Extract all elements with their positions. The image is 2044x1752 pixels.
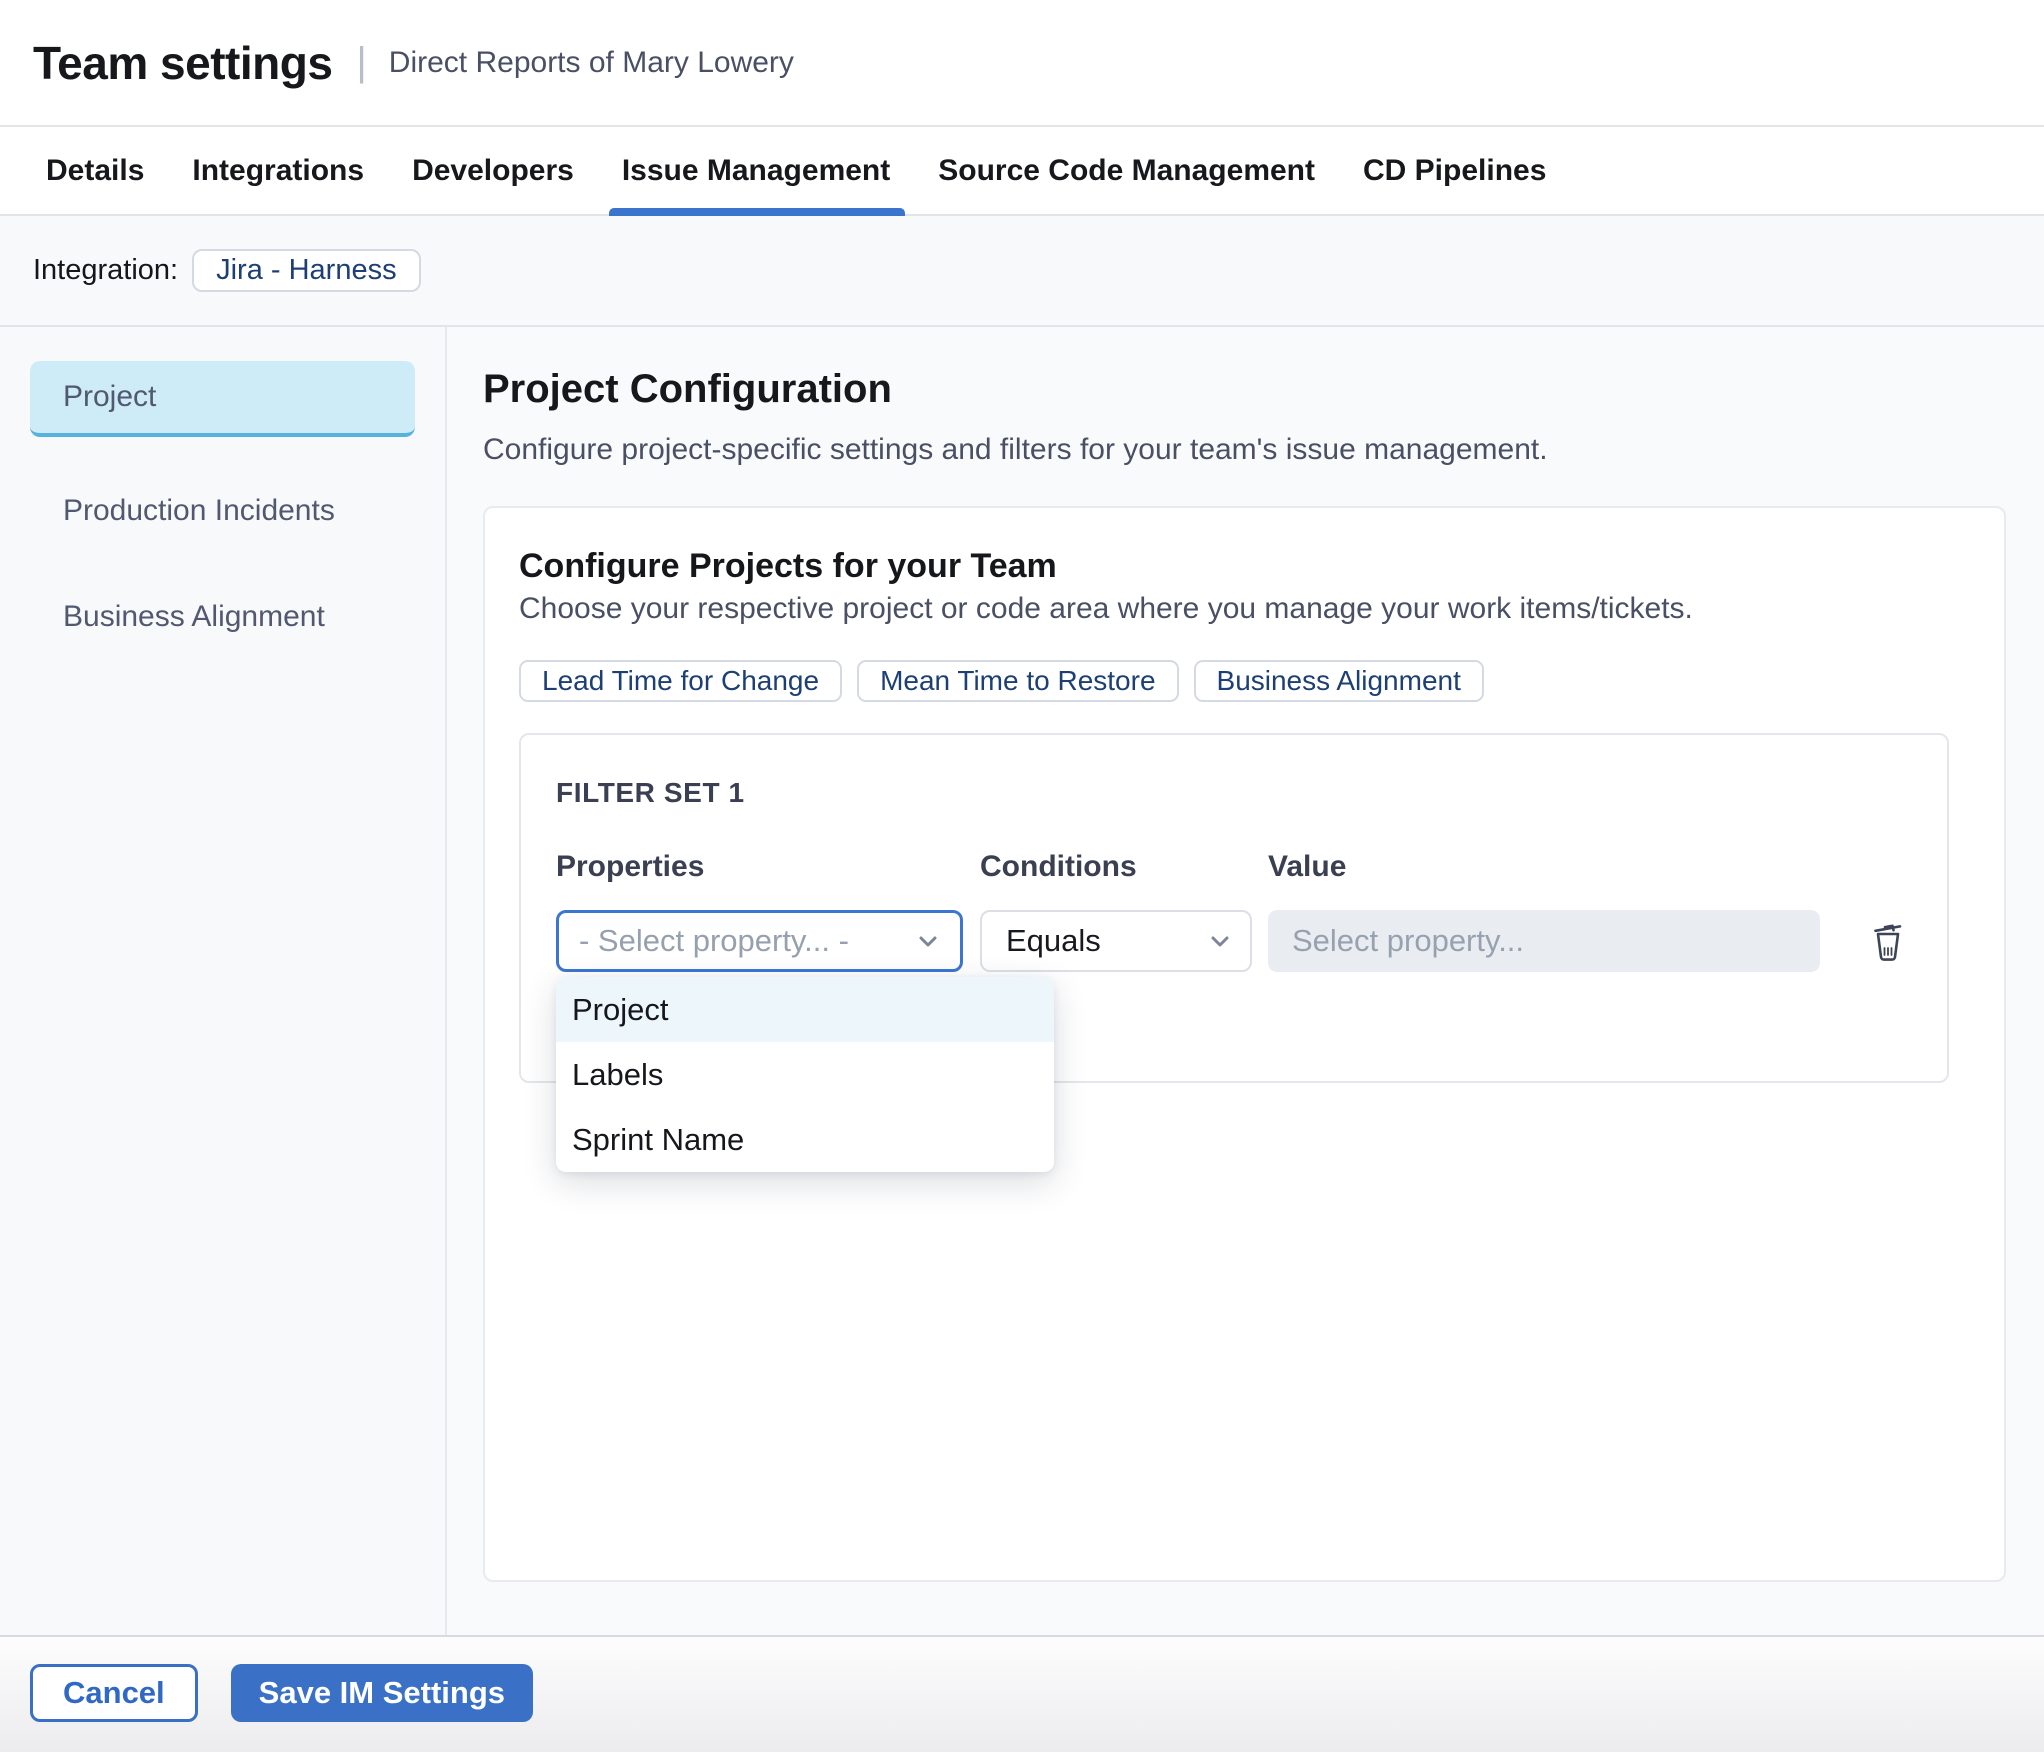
page-subtitle: Direct Reports of Mary Lowery xyxy=(388,45,794,79)
integration-label: Integration: xyxy=(33,254,179,286)
content-area: Project Production Incidents Business Al… xyxy=(0,327,2044,1635)
dropdown-option-project[interactable]: Project xyxy=(556,977,1054,1042)
save-im-settings-button[interactable]: Save IM Settings xyxy=(230,1664,534,1722)
chevron-down-icon xyxy=(919,936,937,947)
tab-integrations[interactable]: Integrations xyxy=(192,127,364,214)
sidebar-item-business-alignment[interactable]: Business Alignment xyxy=(63,585,445,649)
delete-filter-button[interactable] xyxy=(1865,916,1911,966)
section-description: Configure project-specific settings and … xyxy=(483,433,1548,466)
property-select[interactable]: - Select property... - xyxy=(556,910,963,972)
sidebar-item-production-incidents[interactable]: Production Incidents xyxy=(63,479,445,543)
configure-projects-card: Configure Projects for your Team Choose … xyxy=(483,506,2006,1582)
tab-issue-management-label: Issue Management xyxy=(621,153,891,187)
trash-icon xyxy=(1874,924,1902,961)
active-tab-underline xyxy=(608,208,906,216)
page-header: Team settings | Direct Reports of Mary L… xyxy=(0,0,2044,127)
value-input[interactable] xyxy=(1268,910,1820,972)
main-panel: Project Configuration Configure project-… xyxy=(447,327,2044,1635)
property-dropdown: Project Labels Sprint Name xyxy=(556,977,1054,1172)
property-select-wrap: - Select property... - Project Labels Sp… xyxy=(556,910,1054,1172)
column-label-conditions: Conditions xyxy=(980,850,1137,883)
footer-action-bar: Cancel Save IM Settings xyxy=(0,1635,2044,1752)
condition-select[interactable]: Equals xyxy=(980,910,1252,972)
sidebar-item-project[interactable]: Project xyxy=(30,361,415,437)
title-separator: | xyxy=(356,40,367,84)
filter-set-title: FILTER SET 1 xyxy=(556,777,745,808)
tab-cd-pipelines[interactable]: CD Pipelines xyxy=(1363,127,1546,214)
integration-row: Integration: Jira - Harness xyxy=(0,216,2044,327)
filter-controls-row: - Select property... - Project Labels Sp… xyxy=(556,910,1947,1172)
filter-set-1: FILTER SET 1 Properties Conditions Value… xyxy=(519,733,1949,1172)
filter-grid: Properties Conditions Value - Select pro… xyxy=(556,852,1947,1172)
column-label-properties: Properties xyxy=(556,850,705,883)
property-select-placeholder: - Select property... - xyxy=(579,923,849,958)
tab-bar: Details Integrations Developers Issue Ma… xyxy=(0,127,2044,216)
section-title: Project Configuration xyxy=(483,367,892,411)
cancel-button[interactable]: Cancel xyxy=(30,1664,198,1722)
settings-sidebar: Project Production Incidents Business Al… xyxy=(0,327,447,1635)
page-title: Team settings xyxy=(33,36,333,89)
tab-issue-management[interactable]: Issue Management xyxy=(608,127,906,216)
card-title: Configure Projects for your Team xyxy=(519,547,1057,585)
dropdown-option-sprint-name[interactable]: Sprint Name xyxy=(556,1107,1054,1172)
tab-source-code-management[interactable]: Source Code Management xyxy=(938,127,1315,214)
chip-lead-time-for-change[interactable]: Lead Time for Change xyxy=(519,660,843,702)
card-description: Choose your respective project or code a… xyxy=(519,592,1693,625)
chip-mean-time-to-restore[interactable]: Mean Time to Restore xyxy=(857,660,1179,702)
integration-chip[interactable]: Jira - Harness xyxy=(192,249,421,292)
column-label-value: Value xyxy=(1268,850,1347,883)
chevron-down-icon xyxy=(1211,936,1229,947)
filter-column-labels: Properties Conditions Value xyxy=(556,852,1947,882)
dropdown-option-labels[interactable]: Labels xyxy=(556,1042,1054,1107)
chip-business-alignment[interactable]: Business Alignment xyxy=(1193,660,1484,702)
tab-developers[interactable]: Developers xyxy=(412,127,574,214)
condition-select-value: Equals xyxy=(1006,923,1101,958)
metric-chips-row: Lead Time for Change Mean Time to Restor… xyxy=(519,660,2004,702)
tab-details[interactable]: Details xyxy=(46,127,144,214)
